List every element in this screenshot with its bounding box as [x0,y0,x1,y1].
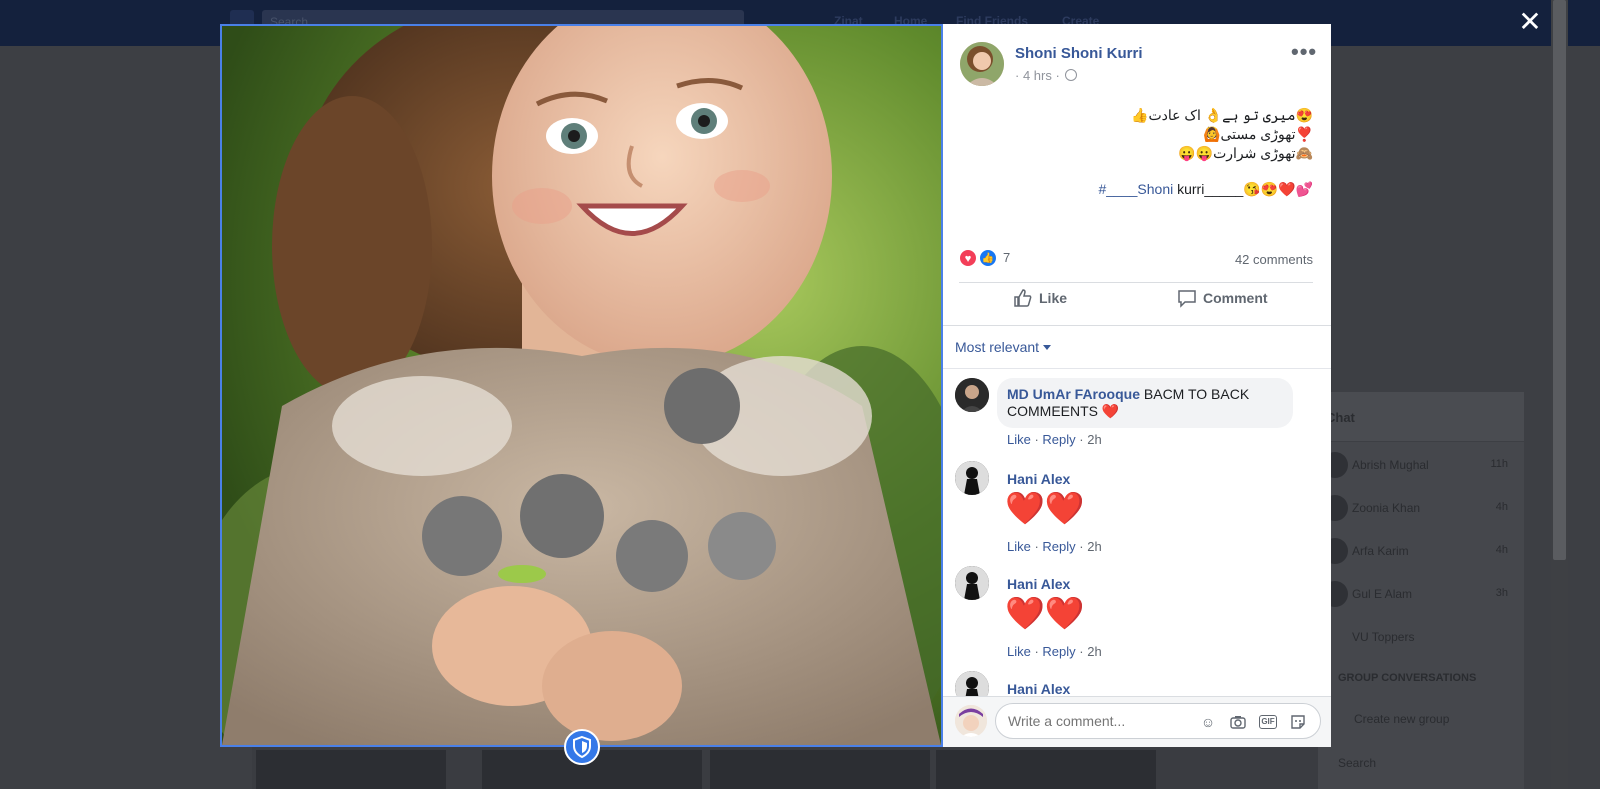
comment-composer: ☺ GIF [943,696,1331,747]
chat-search: Search [1338,756,1377,770]
comment-actions: Like · Reply · 2h [1007,644,1102,659]
bg-thumbnail [256,750,446,789]
commenter-name[interactable]: MD UmAr FArooque [1007,386,1140,402]
commenter-name[interactable]: Hani Alex [1007,576,1070,592]
comment-item: Hani Alex ❤️❤️ Like · Reply · 2h [955,566,1325,661]
comment-time[interactable]: 2h [1087,539,1101,554]
comment-like-link[interactable]: Like [1007,539,1031,554]
close-viewer-button[interactable]: ✕ [1516,8,1544,36]
chat-contact: Gul E Alam 3h [1318,577,1524,613]
gif-icon[interactable]: GIF [1259,715,1277,729]
bg-thumbnail [710,750,930,789]
hashtag-rest: kurri_____😘😍❤️💕 [1173,181,1313,197]
comment-reply-link[interactable]: Reply [1042,432,1075,447]
post-time[interactable]: 4 hrs [1023,68,1052,83]
comment-bubble-icon [1178,290,1196,308]
commenter-name[interactable]: Hani Alex [1007,471,1070,487]
chat-header: Chat [1318,392,1524,442]
post-text: 😍میری تو ہے👌 اک عادت👍 ❣️تھوڑی مستی🙆 🙈تھو… [1073,106,1313,163]
bg-thumbnail [936,750,1156,789]
chat-contact: Abrish Mughal 11h [1318,448,1524,484]
post-side-panel: Shoni Shoni Kurri · 4 hrs · ••• 😍میری تو… [943,24,1331,747]
comment-text: ❤️❤️ [1005,490,1085,526]
shield-button[interactable] [564,729,600,765]
chat-contact: VU Toppers [1352,630,1415,644]
hashtag-prefix[interactable]: #____ [1098,181,1137,197]
hashtag-shoni[interactable]: Shoni [1137,181,1173,197]
comment-sort-dropdown[interactable]: Most relevant [955,339,1052,355]
thumbs-up-icon [1014,289,1032,307]
background-chat-sidebar: Chat Abrish Mughal 11h Zoonia Khan 4h Arfa… [1318,392,1524,789]
commenter-name[interactable]: Hani Alex [1007,681,1070,697]
globe-icon [1065,69,1078,81]
comment-time[interactable]: 2h [1087,432,1101,447]
comment-time[interactable]: 2h [1087,644,1101,659]
comment-text: ❤️❤️ [1005,595,1085,631]
comment-like-link[interactable]: Like [1007,432,1031,447]
chat-section-label: GROUP CONVERSATIONS [1338,672,1477,684]
comment-bubble: MD UmAr FArooque BACM TO BACK COMMEENTS … [997,378,1293,428]
like-button[interactable]: Like [1013,288,1067,318]
camera-icon[interactable] [1229,713,1247,731]
love-reaction-icon: ♥ [959,249,977,267]
post-text-line: ❣️تھوڑی مستی🙆 [1203,126,1313,142]
comment-reply-link[interactable]: Reply [1042,644,1075,659]
author-avatar-image [960,42,1004,86]
photo-image [222,26,941,745]
comment-like-link[interactable]: Like [1007,644,1031,659]
chat-contact: Zoonia Khan 4h [1318,491,1524,527]
caret-down-icon [1043,345,1052,350]
comment-label: Comment [1203,290,1268,306]
sort-label: Most relevant [955,339,1040,355]
post-text-line: 🙈تھوڑی شرارت😛😛 [1178,145,1313,161]
post-meta: · 4 hrs · [1015,68,1078,83]
sticker-icon[interactable] [1289,713,1307,731]
post-text-line: 😍میری تو ہے👌 اک عادت👍 [1131,107,1313,123]
like-label: Like [1039,290,1068,306]
commenter-avatar[interactable] [955,378,989,412]
author-avatar[interactable] [960,42,1004,86]
post-author-name[interactable]: Shoni Shoni Kurri [1015,45,1143,62]
comment-actions: Like · Reply · 2h [1007,539,1102,554]
divider [943,325,1331,326]
emoji-icon[interactable]: ☺ [1199,713,1217,731]
comments-count[interactable]: 42 comments [1203,252,1313,267]
like-reaction-icon: 👍 [979,249,997,267]
commenter-avatar[interactable] [955,461,989,495]
shield-icon [573,735,591,759]
chat-contact: Arfa Karim 4h [1318,534,1524,570]
reaction-count: 7 [1003,250,1011,265]
more-options-button[interactable]: ••• [1291,41,1317,63]
page-scrollbar-thumb[interactable] [1553,0,1566,560]
current-user-avatar [955,705,987,737]
comment-item: MD UmAr FArooque BACM TO BACK COMMEENTS … [955,378,1325,448]
divider [943,368,1331,369]
comment-item: Hani Alex ❤️❤️ Like · Reply · 2h [955,461,1325,556]
chat-create-group: Create new group [1354,712,1450,726]
divider [959,282,1313,283]
comment-button[interactable]: Comment [1177,288,1268,318]
comment-reply-link[interactable]: Reply [1042,539,1075,554]
post-hashtag-line: #____Shoni kurri_____😘😍❤️💕 [1063,181,1313,198]
commenter-avatar[interactable] [955,566,989,600]
post-photo[interactable] [220,24,943,747]
comment-actions: Like · Reply · 2h [1007,432,1102,447]
